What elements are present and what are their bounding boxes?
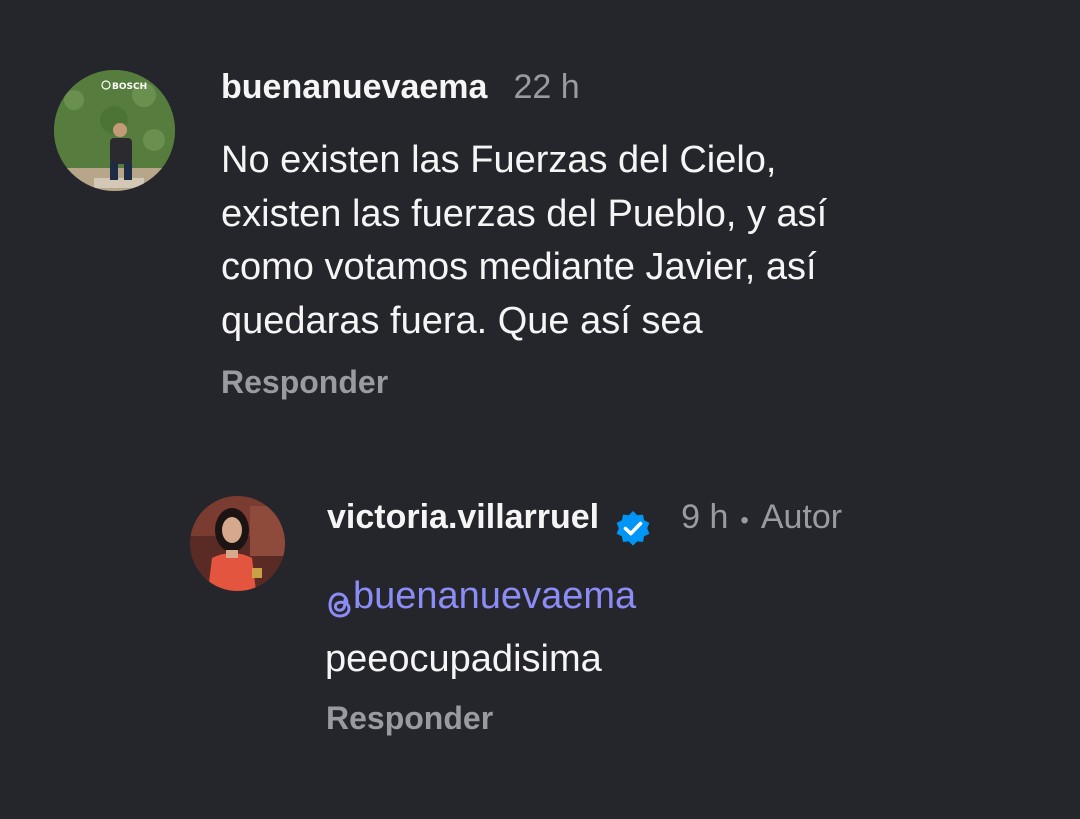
comment-line: como votamos mediante Javier, así [221,246,817,288]
svg-text:BOSCH: BOSCH [112,82,147,92]
reply-button[interactable]: Responder [326,700,493,737]
comment-header: buenanuevaema 22 h [221,68,580,108]
verified-badge-icon [613,509,653,549]
comment-text: No existen las Fuerzas del Cielo, existe… [221,134,827,348]
mention-link[interactable]: buenanuevaema [325,570,636,624]
separator-dot: • [740,507,749,534]
timestamp: 9 h [681,498,729,536]
comment-line: No existen las Fuerzas del Cielo, [221,139,777,181]
username[interactable]: buenanuevaema [221,68,487,107]
avatar[interactable] [190,496,285,591]
author-label: Autor [760,498,843,536]
comment-line: quedaras fuera. Que así sea [221,299,703,342]
comment: BOSCH buenanuevaema 22 h No existen las … [0,0,1080,430]
reply-button[interactable]: Responder [221,364,388,401]
reply-text: buenanuevaema peeocupadisima [325,570,636,687]
reply-comment: victoria.villarruel 9 h • Autor buenanue… [0,430,1080,819]
reply-header: victoria.villarruel 9 h • Autor [327,498,843,546]
avatar[interactable]: BOSCH [54,70,175,191]
threads-icon [325,584,355,618]
timestamp: 22 h [513,68,580,106]
username[interactable]: victoria.villarruel [327,498,599,537]
comment-line: existen las fuerzas del Pueblo, y así [221,192,828,235]
mention-text: buenanuevaema [353,575,637,617]
reply-line: peeocupadisima [325,638,602,681]
